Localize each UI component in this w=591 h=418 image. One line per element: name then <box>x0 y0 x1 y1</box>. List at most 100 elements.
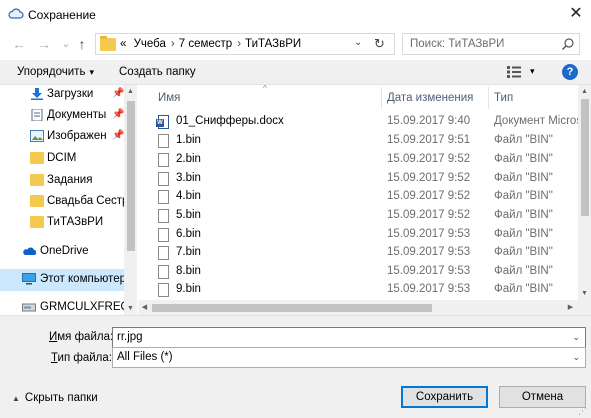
pin-icon: 📌 <box>112 88 125 99</box>
view-options-icon[interactable] <box>506 65 522 79</box>
breadcrumb-separator[interactable]: › <box>171 38 175 50</box>
command-bar: Упорядочить ▾ Создать папку ▾ ? <box>0 60 591 85</box>
scrollbar-thumb[interactable] <box>152 304 432 312</box>
file-row[interactable]: 4.bin 15.09.2017 9:52 Файл "BIN" <box>138 188 578 207</box>
file-type: Файл "BIN" <box>494 172 553 184</box>
file-name: 01_Снифферы.docx <box>176 115 284 127</box>
sidebar-item-downloads[interactable]: Загрузки 📌 <box>0 85 124 105</box>
file-row[interactable]: 7.bin 15.09.2017 9:53 Файл "BIN" <box>138 244 578 263</box>
column-header-name[interactable]: Имя <box>158 92 180 104</box>
sidebar-item-this-pc[interactable]: Этот компьютер <box>0 269 126 291</box>
chevron-down-icon[interactable]: ⌄ <box>572 352 580 363</box>
file-name: 3.bin <box>176 172 201 184</box>
title-bar: Сохранение ✕ <box>0 0 591 30</box>
scrollbar-thumb[interactable] <box>581 99 589 216</box>
breadcrumb-item[interactable]: ТиТАЗвРИ <box>245 38 301 50</box>
sidebar-item-label: Загрузки <box>47 88 94 100</box>
sidebar-item-label: GRMCULXFREO_R <box>40 301 124 313</box>
file-row[interactable]: 6.bin 15.09.2017 9:53 Файл "BIN" <box>138 226 578 245</box>
folder-icon <box>30 195 44 207</box>
sidebar-item-label: OneDrive <box>40 245 89 257</box>
folder-icon <box>30 216 44 228</box>
file-row[interactable]: 3.bin 15.09.2017 9:52 Файл "BIN" <box>138 170 578 189</box>
address-bar[interactable]: « Учеба › 7 семестр › ТиТАЗвРИ ⌄ ↻ <box>95 33 395 55</box>
cancel-button[interactable]: Отмена <box>499 386 586 408</box>
file-date: 15.09.2017 9:53 <box>387 246 471 258</box>
forward-button[interactable]: → <box>36 36 52 52</box>
sidebar-item-dcim[interactable]: DCIM <box>0 149 124 169</box>
address-dropdown[interactable]: ⌄ <box>354 37 362 48</box>
file-list: ^ Имя Дата изменения Тип 01_Снифферы.doc… <box>138 85 591 315</box>
navigation-pane-scrollbar[interactable]: ▲ ▼ <box>124 85 137 315</box>
column-header-date[interactable]: Дата изменения <box>387 92 473 104</box>
chevron-down-icon[interactable]: ⌄ <box>572 332 580 343</box>
organize-button[interactable]: Упорядочить ▾ <box>17 66 94 78</box>
breadcrumb-item[interactable]: 7 семестр <box>179 38 232 50</box>
chevron-up-icon: ▲ <box>12 394 20 403</box>
file-icon <box>158 246 169 260</box>
file-type: Файл "BIN" <box>494 246 553 258</box>
recent-locations-button[interactable]: ⌄ <box>58 36 74 52</box>
filetype-label: Тип файла: <box>51 352 112 364</box>
pictures-icon <box>30 130 44 142</box>
scroll-left-button[interactable]: ◀ <box>138 300 151 315</box>
back-button[interactable]: ← <box>11 36 27 52</box>
sidebar-item-onedrive[interactable]: OneDrive <box>0 242 124 262</box>
sidebar-item-drive[interactable]: GRMCULXFREO_R <box>0 298 124 315</box>
hide-folders-button[interactable]: ▲ Скрыть папки <box>12 392 98 404</box>
search-box[interactable]: Поиск: ТиТАЗвРИ <box>402 33 580 55</box>
file-date: 15.09.2017 9:52 <box>387 190 471 202</box>
search-icon[interactable] <box>561 37 575 51</box>
scrollbar-thumb[interactable] <box>127 101 135 251</box>
filename-value[interactable]: rr.jpg <box>117 331 143 343</box>
resize-grip-icon[interactable]: ⋰ <box>578 406 587 417</box>
column-header-type[interactable]: Тип <box>494 92 513 104</box>
refresh-icon[interactable]: ↻ <box>374 36 385 52</box>
computer-icon <box>22 273 36 285</box>
file-row[interactable]: 1.bin 15.09.2017 9:51 Файл "BIN" <box>138 132 578 151</box>
sidebar-item-wedding[interactable]: Свадьба Сестре <box>0 192 124 212</box>
file-row[interactable]: 01_Снифферы.docx 15.09.2017 9:40 Докумен… <box>138 113 582 132</box>
view-dropdown-button[interactable]: ▾ <box>530 66 535 77</box>
file-date: 15.09.2017 9:51 <box>387 134 471 146</box>
filetype-select[interactable]: All Files (*) ⌄ <box>112 347 586 368</box>
new-folder-button[interactable]: Создать папку <box>119 66 196 78</box>
sidebar-item-pictures[interactable]: Изображени 📌 <box>0 127 124 147</box>
save-button[interactable]: Сохранить <box>401 386 488 408</box>
file-row[interactable]: 8.bin 15.09.2017 9:53 Файл "BIN" <box>138 263 578 282</box>
help-button[interactable]: ? <box>562 64 578 80</box>
breadcrumb-overflow[interactable]: « <box>120 38 126 50</box>
chevron-down-icon: ▾ <box>89 67 94 77</box>
file-name: 4.bin <box>176 190 201 202</box>
file-date: 15.09.2017 9:52 <box>387 153 471 165</box>
drive-icon <box>22 303 36 312</box>
scroll-up-button[interactable]: ▲ <box>124 85 137 98</box>
file-type: Файл "BIN" <box>494 228 553 240</box>
sidebar-item-tasks[interactable]: Задания <box>0 171 124 191</box>
up-button[interactable]: ↑ <box>74 36 90 52</box>
file-row[interactable]: 9.bin 15.09.2017 9:53 Файл "BIN" <box>138 281 578 300</box>
file-date: 15.09.2017 9:40 <box>387 115 471 127</box>
scroll-up-button[interactable]: ▲ <box>578 85 591 98</box>
file-name: 7.bin <box>176 246 201 258</box>
scroll-down-button[interactable]: ▼ <box>578 287 591 300</box>
column-divider[interactable] <box>488 87 489 109</box>
file-row[interactable]: 2.bin 15.09.2017 9:52 Файл "BIN" <box>138 151 578 170</box>
breadcrumb-separator[interactable]: › <box>237 38 241 50</box>
pin-icon: 📌 <box>112 109 125 120</box>
file-list-vertical-scrollbar[interactable]: ▲ ▼ <box>578 85 591 300</box>
sidebar-item-label: Документы <box>47 109 107 121</box>
scroll-down-button[interactable]: ▼ <box>124 302 137 315</box>
sidebar-item-label: Свадьба Сестре <box>47 195 124 207</box>
pin-icon: 📌 <box>112 130 125 141</box>
scroll-right-button[interactable]: ▶ <box>564 300 577 315</box>
close-button[interactable]: ✕ <box>566 4 586 24</box>
file-row[interactable]: 5.bin 15.09.2017 9:52 Файл "BIN" <box>138 207 578 226</box>
file-list-horizontal-scrollbar[interactable]: ◀ ▶ <box>138 300 591 315</box>
sidebar-item-titazvri[interactable]: ТиТАЗвРИ <box>0 213 124 233</box>
column-divider[interactable] <box>381 87 382 109</box>
filetype-value: All Files (*) <box>117 351 173 363</box>
sidebar-item-documents[interactable]: Документы 📌 <box>0 106 124 126</box>
filename-field[interactable]: rr.jpg ⌄ <box>112 327 586 348</box>
breadcrumb-item[interactable]: Учеба <box>134 38 166 50</box>
